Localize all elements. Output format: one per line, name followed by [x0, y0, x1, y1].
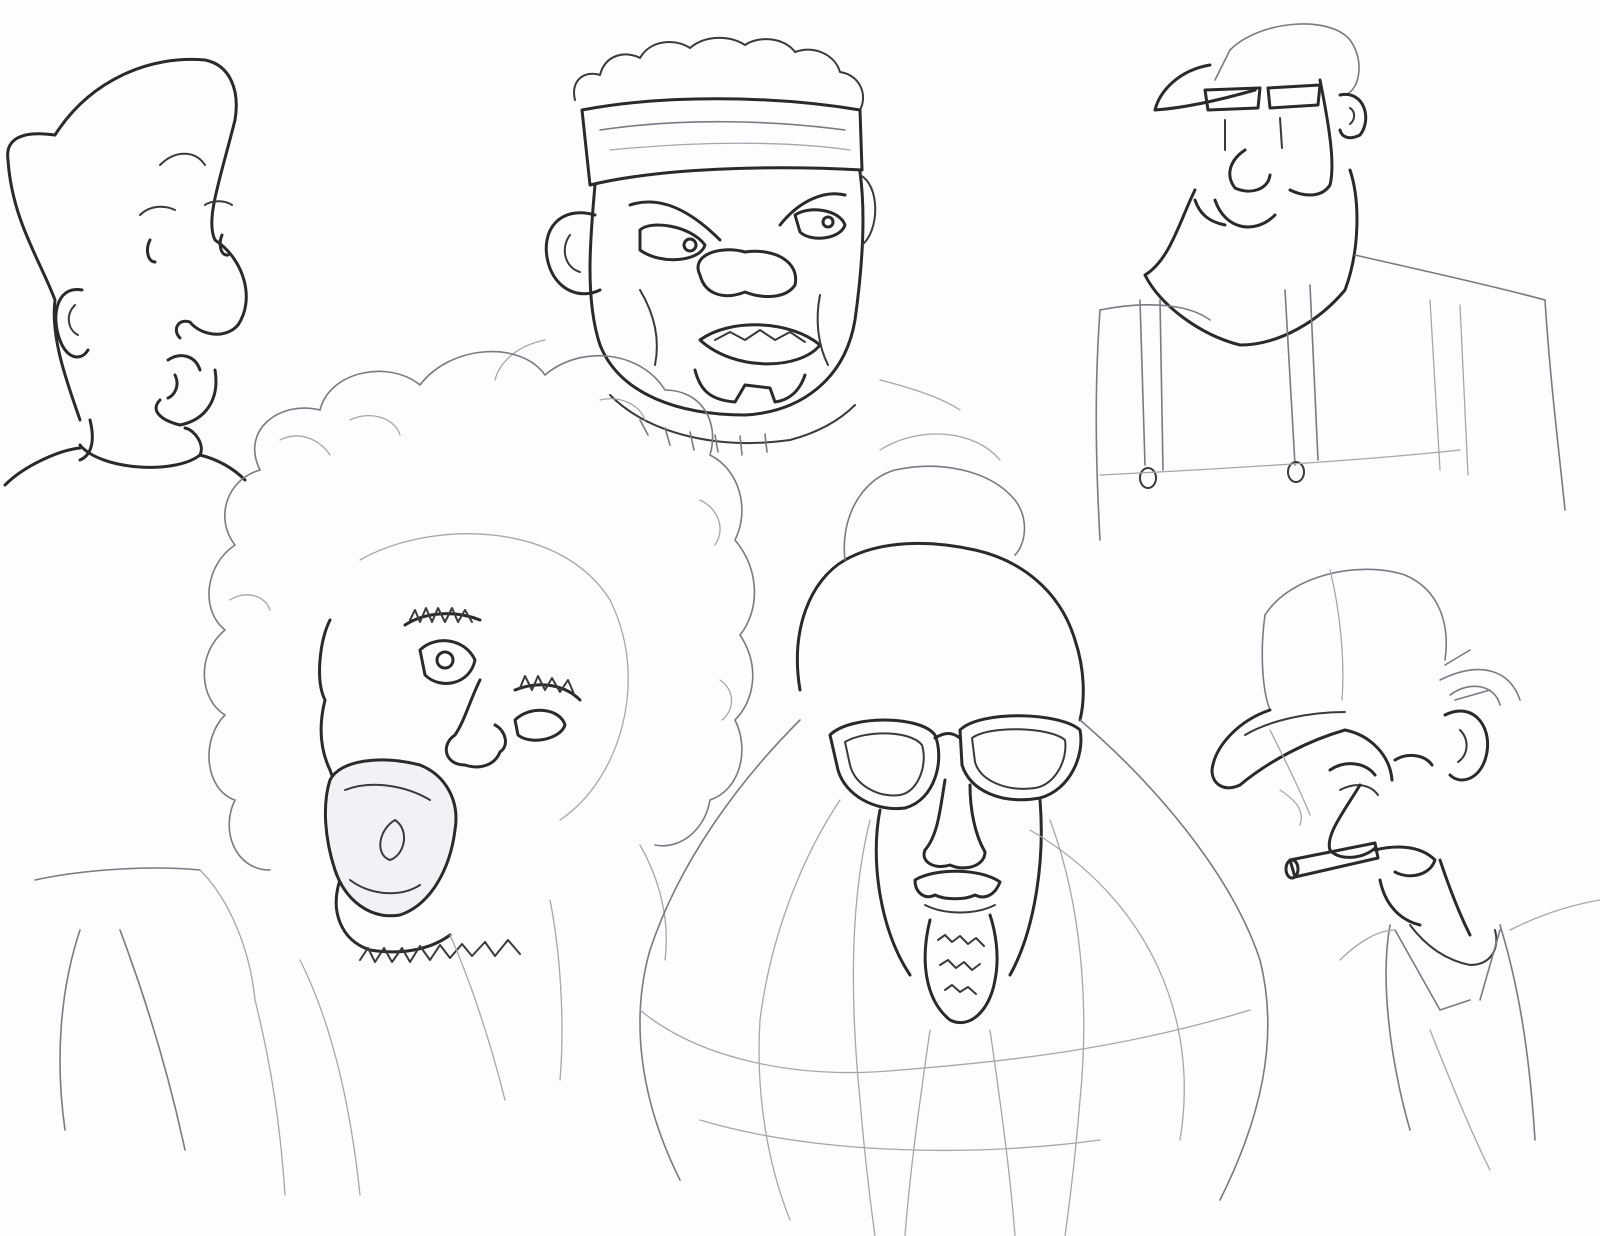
- sunglasses-bearded-man-sketch: [639, 433, 1269, 1236]
- sketch-sheet: [0, 0, 1600, 1236]
- sketch-drawing: [3, 23, 1600, 1236]
- cigar-cap-man-sketch: [1210, 568, 1600, 1171]
- screaming-afro-man-sketch: [34, 350, 756, 1196]
- worried-boy-sketch: [3, 57, 248, 487]
- angry-headband-man-sketch: [494, 36, 961, 456]
- cap-man-suspenders-sketch: [1095, 23, 1566, 541]
